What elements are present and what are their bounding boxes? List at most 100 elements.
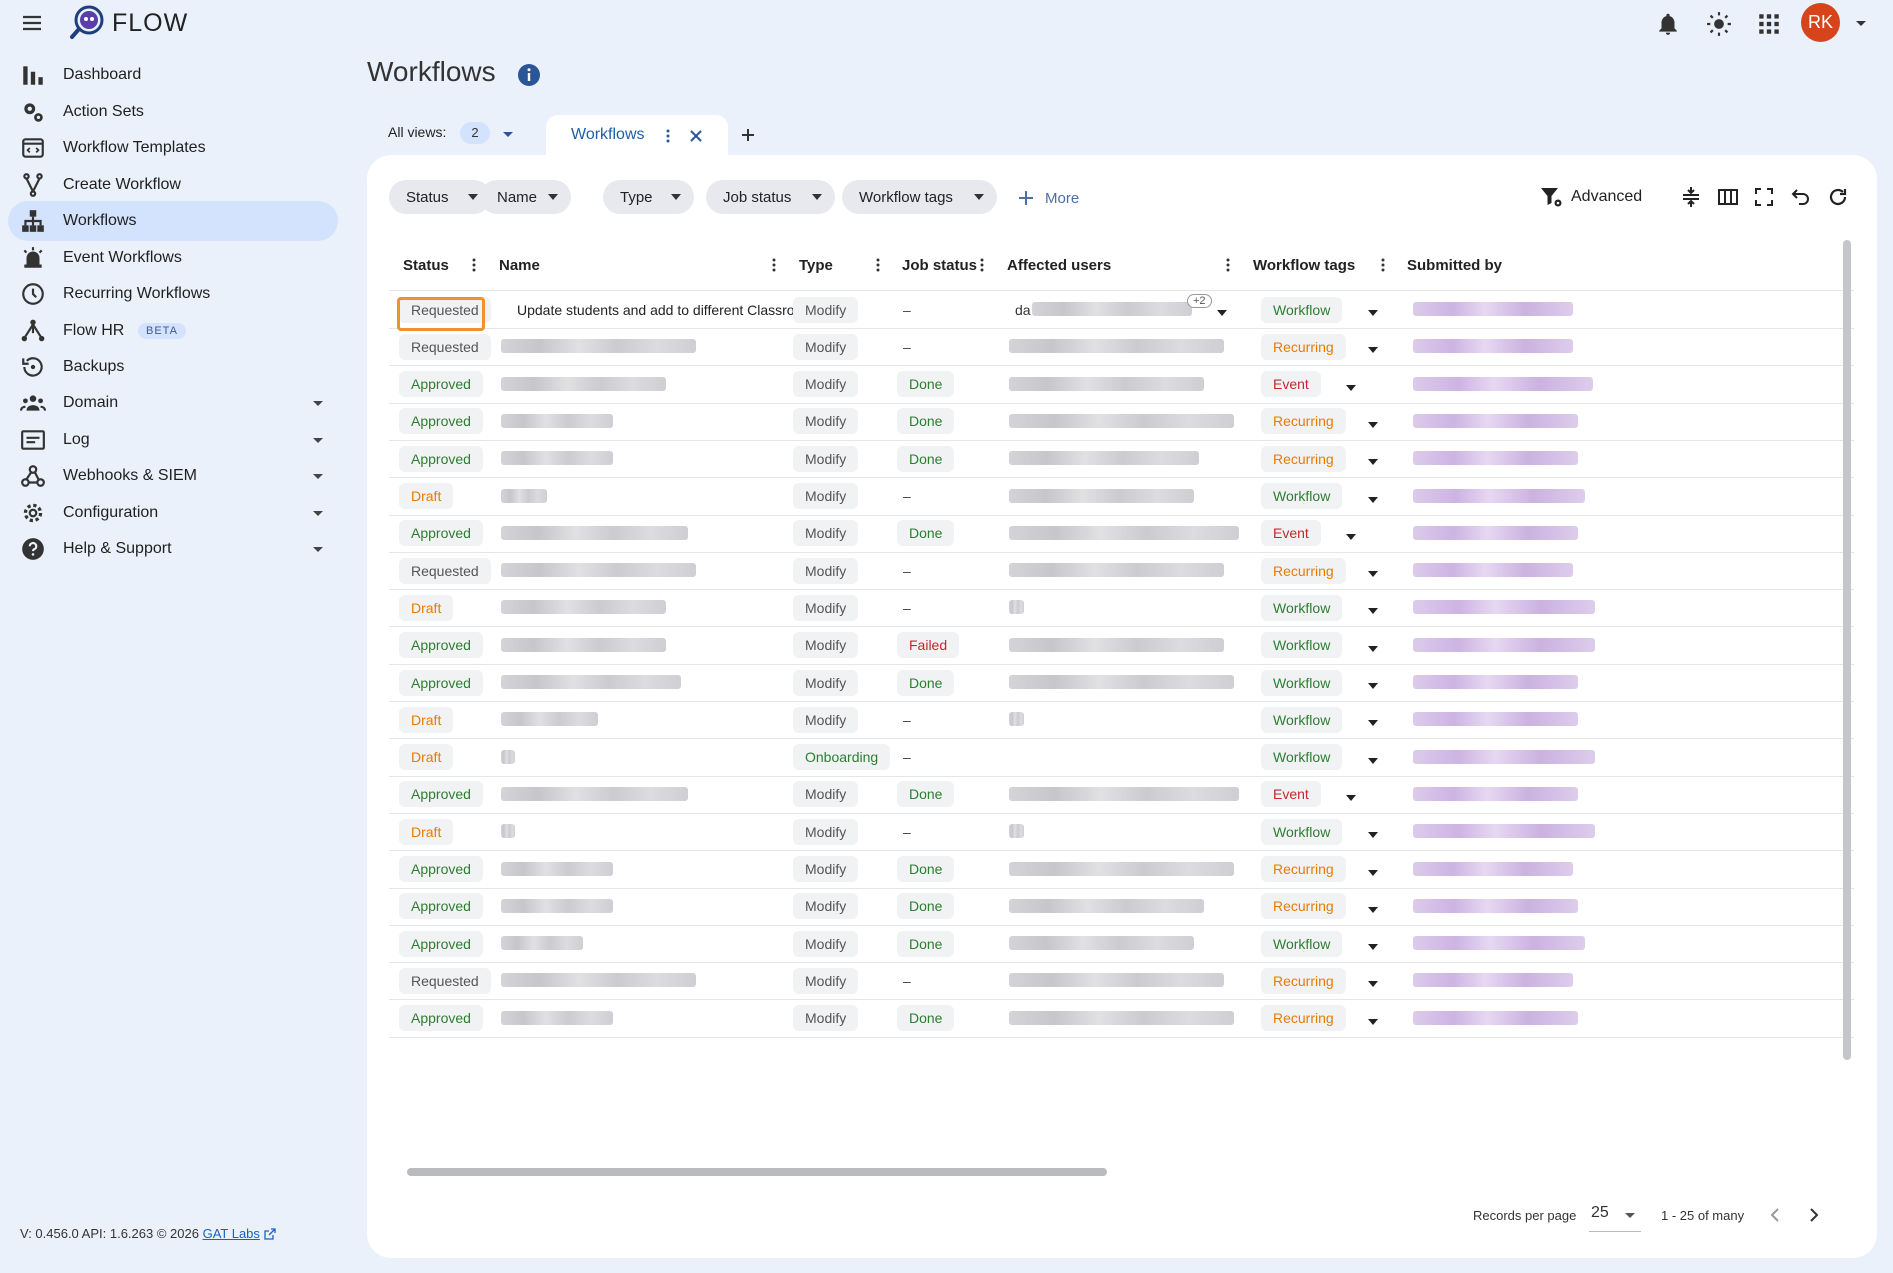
expand-caret-icon[interactable] [310, 432, 326, 448]
column-menu-icon[interactable] [1375, 257, 1391, 273]
filter-chip-name[interactable]: Name [480, 180, 571, 214]
tag-dropdown-icon[interactable] [1366, 754, 1380, 768]
expand-caret-icon[interactable] [310, 468, 326, 484]
column-header-submitted-by[interactable]: Submitted by [1407, 240, 1502, 290]
tag-dropdown-icon[interactable] [1366, 828, 1380, 842]
tag-dropdown-icon[interactable] [1366, 343, 1380, 357]
tag-dropdown-icon[interactable] [1366, 642, 1380, 656]
workflow-tag-badge: Event [1261, 781, 1321, 808]
page-size-select[interactable]: 25 [1591, 1204, 1609, 1222]
template-icon [20, 135, 46, 161]
column-header-status[interactable]: Status [403, 240, 449, 290]
redacted-name [501, 600, 666, 615]
tag-dropdown-icon[interactable] [1366, 1015, 1380, 1029]
expand-caret-icon[interactable] [310, 395, 326, 411]
tag-dropdown-icon[interactable] [1366, 567, 1380, 581]
sidebar-item-dashboard[interactable]: Dashboard [8, 55, 338, 95]
workflow-tag-badge: Workflow [1261, 296, 1343, 323]
tag-dropdown-icon[interactable] [1344, 381, 1358, 395]
sidebar-item-label: Recurring Workflows [63, 285, 211, 302]
tag-dropdown-icon[interactable] [1366, 306, 1380, 320]
column-menu-icon[interactable] [974, 257, 990, 273]
filter-chip-type[interactable]: Type [603, 180, 694, 214]
sidebar-item-action-sets[interactable]: Action Sets [8, 92, 338, 132]
tag-dropdown-icon[interactable] [1366, 604, 1380, 618]
tag-dropdown-icon[interactable] [1366, 455, 1380, 469]
tag-dropdown-icon[interactable] [1344, 530, 1358, 544]
sidebar-item-log[interactable]: Log [8, 420, 338, 460]
sidebar-item-create-workflow[interactable]: Create Workflow [8, 165, 338, 205]
tag-dropdown-icon[interactable] [1366, 866, 1380, 880]
column-header-job-status[interactable]: Job status [902, 240, 977, 290]
sidebar-item-flow-hr[interactable]: Flow HR BETA [8, 311, 338, 351]
add-tab-icon[interactable] [738, 125, 758, 145]
type-badge: Modify [793, 893, 859, 920]
tag-dropdown-icon[interactable] [1366, 716, 1380, 730]
sidebar-item-configuration[interactable]: Configuration [8, 493, 338, 533]
users-dropdown-icon[interactable] [1215, 306, 1229, 320]
redacted-name [501, 525, 688, 540]
tag-dropdown-icon[interactable] [1366, 977, 1380, 991]
sidebar-item-workflow-templates[interactable]: Workflow Templates [8, 128, 338, 168]
extra-users-badge[interactable]: +2 [1187, 294, 1212, 308]
columns-icon[interactable] [1716, 185, 1740, 209]
all-views-label: All views: [388, 124, 447, 140]
sidebar-item-domain[interactable]: Domain [8, 383, 338, 423]
sidebar-item-recurring-workflows[interactable]: Recurring Workflows [8, 274, 338, 314]
horizontal-scrollbar[interactable] [407, 1168, 1107, 1176]
tag-dropdown-icon[interactable] [1344, 791, 1358, 805]
density-icon[interactable] [1679, 185, 1703, 209]
tag-dropdown-icon[interactable] [1366, 940, 1380, 954]
redacted-users [1009, 898, 1204, 913]
tag-dropdown-icon[interactable] [1366, 418, 1380, 432]
apps-grid-icon[interactable] [1756, 11, 1782, 37]
workflow-tag-badge: Workflow [1261, 632, 1343, 659]
filter-chip-job-status[interactable]: Job status [706, 180, 835, 214]
column-menu-icon[interactable] [870, 257, 886, 273]
column-menu-icon[interactable] [766, 257, 782, 273]
selected-cell-outline [397, 297, 485, 331]
sidebar-item-backups[interactable]: Backups [8, 347, 338, 387]
sidebar-item-event-workflows[interactable]: Event Workflows [8, 238, 338, 278]
prev-page-icon[interactable] [1766, 1205, 1786, 1225]
menu-icon[interactable] [20, 11, 44, 35]
more-filters-button[interactable]: More [1017, 186, 1079, 210]
expand-caret-icon[interactable] [310, 505, 326, 521]
undo-icon[interactable] [1789, 185, 1813, 209]
avatar[interactable]: RK [1801, 3, 1840, 42]
sidebar-item-label: Workflows [63, 212, 137, 229]
notifications-bell-icon[interactable] [1655, 11, 1681, 37]
advanced-filter-button[interactable]: Advanced [1539, 184, 1642, 210]
fullscreen-icon[interactable] [1752, 185, 1776, 209]
redacted-users [1009, 525, 1239, 540]
theme-sun-icon[interactable] [1706, 11, 1732, 37]
account-caret-icon[interactable] [1854, 16, 1868, 30]
column-header-name[interactable]: Name [499, 240, 540, 290]
vertical-scrollbar[interactable] [1843, 240, 1851, 1060]
column-header-affected-users[interactable]: Affected users [1007, 240, 1111, 290]
page-size-caret-icon[interactable] [1624, 1209, 1636, 1221]
tab-options-icon[interactable] [660, 128, 676, 144]
info-icon[interactable] [517, 63, 541, 87]
next-page-icon[interactable] [1803, 1205, 1823, 1225]
column-menu-icon[interactable] [1220, 257, 1236, 273]
column-menu-icon[interactable] [466, 257, 482, 273]
column-header-type[interactable]: Type [799, 240, 833, 290]
table-row[interactable]: Approved Modify Done Recurring [389, 1000, 1854, 1045]
filter-chip-status[interactable]: Status [389, 180, 491, 214]
gat-labs-link[interactable]: GAT Labs [203, 1226, 260, 1241]
tab-close-icon[interactable] [687, 127, 705, 145]
views-dropdown-icon[interactable] [500, 126, 516, 142]
tab-workflows[interactable]: Workflows [546, 115, 728, 157]
filter-chip-workflow-tags[interactable]: Workflow tags [842, 180, 997, 214]
column-header-workflow-tags[interactable]: Workflow tags [1253, 240, 1355, 290]
refresh-icon[interactable] [1826, 185, 1850, 209]
tag-dropdown-icon[interactable] [1366, 903, 1380, 917]
sidebar-item-help-support[interactable]: Help & Support [8, 529, 338, 569]
sidebar-item-webhooks-siem[interactable]: Webhooks & SIEM [8, 456, 338, 496]
sidebar-item-workflows[interactable]: Workflows [8, 201, 338, 241]
workflow-name[interactable]: Update students and add to different Cla… [517, 287, 814, 332]
tag-dropdown-icon[interactable] [1366, 679, 1380, 693]
tag-dropdown-icon[interactable] [1366, 493, 1380, 507]
expand-caret-icon[interactable] [310, 541, 326, 557]
